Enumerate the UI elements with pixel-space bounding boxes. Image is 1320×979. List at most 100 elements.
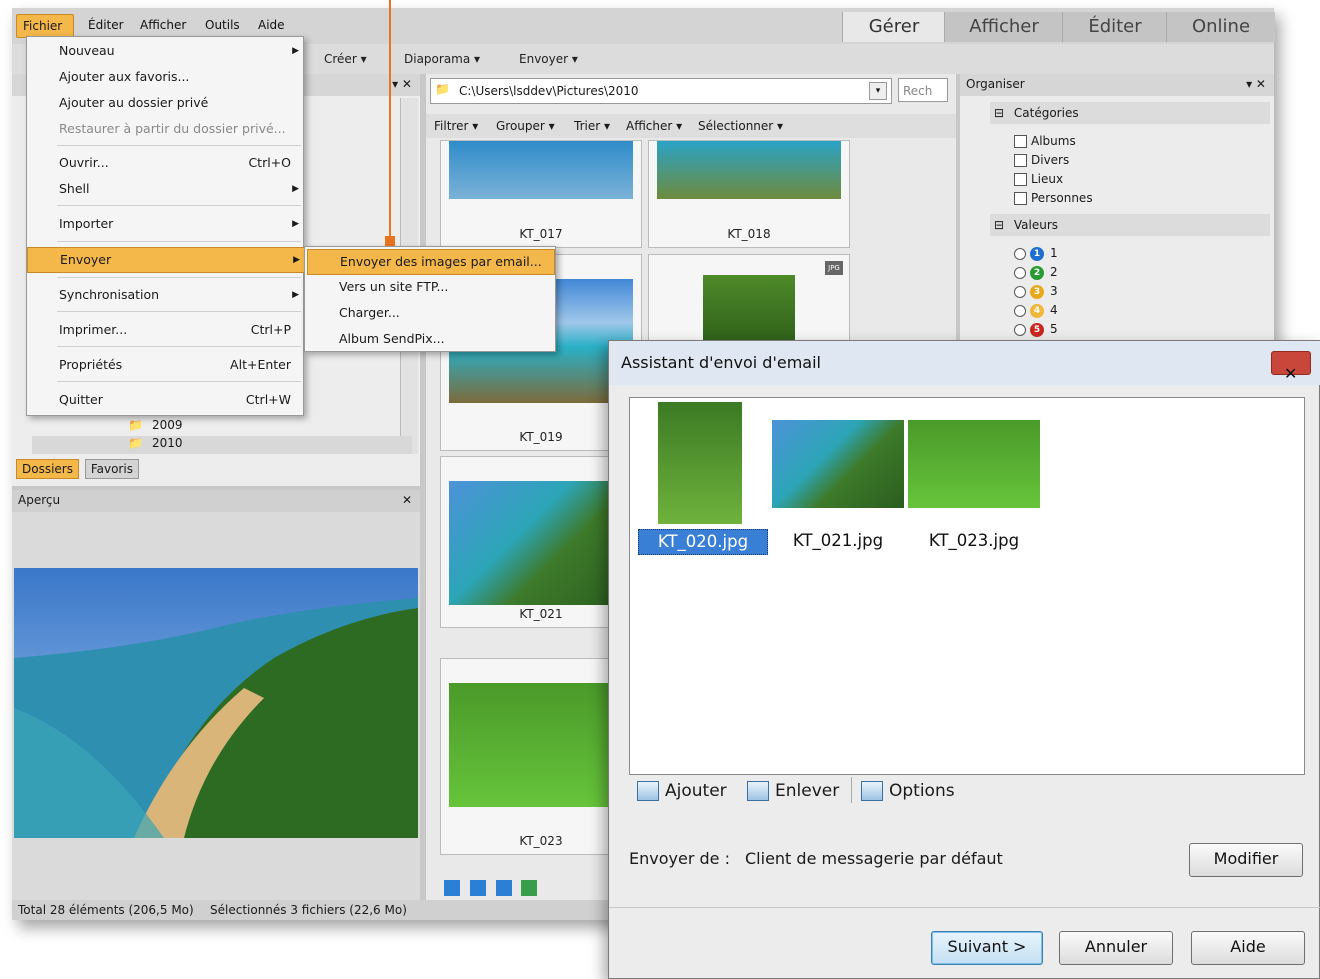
mode-tab-afficher[interactable]: Afficher bbox=[944, 12, 1063, 42]
mode-tab-editer[interactable]: Éditer bbox=[1062, 12, 1167, 42]
menu-ajouter-prive[interactable]: Ajouter au dossier privé bbox=[27, 91, 305, 115]
cancel-button[interactable]: Annuler bbox=[1059, 931, 1173, 965]
close-button[interactable]: ✕ bbox=[1271, 351, 1311, 383]
menu-nouveau[interactable]: Nouveau ▶ bbox=[27, 39, 305, 63]
submenu-email[interactable]: Envoyer des images par email... bbox=[307, 249, 555, 275]
menu-envoyer[interactable]: Envoyer ▶ bbox=[27, 247, 307, 273]
thumb-kt017[interactable]: KT_017 bbox=[440, 140, 642, 248]
tree-item-2010[interactable]: 📁 2010 bbox=[32, 436, 412, 454]
chevron-down-icon[interactable]: ▾ bbox=[869, 82, 887, 100]
value-badge: 3 bbox=[1030, 284, 1044, 299]
menu-proprietes[interactable]: Propriétés Alt+Enter bbox=[27, 353, 305, 377]
mode-tab-online[interactable]: Online bbox=[1166, 12, 1275, 42]
path-text: C:\Users\lsddev\Pictures\2010 bbox=[459, 84, 639, 98]
menu-ajouter-favoris[interactable]: Ajouter aux favoris... bbox=[27, 65, 305, 89]
submenu-upload[interactable]: Charger... bbox=[307, 301, 553, 325]
view-label: Afficher bbox=[626, 119, 673, 133]
footer-divider bbox=[609, 907, 1320, 908]
file-caption-kt023[interactable]: KT_023.jpg bbox=[912, 529, 1036, 553]
values-section[interactable]: ⊟ Valeurs bbox=[990, 214, 1270, 236]
menu-synchronisation[interactable]: Synchronisation ▶ bbox=[27, 283, 305, 307]
submenu-ftp[interactable]: Vers un site FTP... bbox=[307, 275, 553, 299]
value-label: 3 bbox=[1050, 284, 1058, 298]
view-menu[interactable]: Afficher ▾ bbox=[626, 119, 682, 133]
menu-importer[interactable]: Importer ▶ bbox=[27, 212, 305, 236]
options-button[interactable]: Options bbox=[861, 779, 955, 803]
thumb-caption: KT_018 bbox=[727, 227, 771, 241]
file-thumb-kt020[interactable] bbox=[658, 402, 742, 524]
sort-menu[interactable]: Trier ▾ bbox=[574, 119, 610, 133]
file-caption-kt021[interactable]: KT_021.jpg bbox=[776, 529, 900, 553]
category-albums[interactable]: Albums bbox=[1014, 132, 1076, 150]
file-thumb-kt023[interactable] bbox=[908, 420, 1040, 508]
next-button[interactable]: Suivant > bbox=[931, 931, 1043, 965]
menu-shell[interactable]: Shell ▶ bbox=[27, 177, 305, 201]
value-2[interactable]: 22 bbox=[1014, 263, 1058, 281]
collapse-icon[interactable]: ⊟ bbox=[994, 218, 1004, 232]
value-badge: 1 bbox=[1030, 246, 1044, 261]
preview-title: Aperçu bbox=[18, 493, 61, 507]
toolbar-send[interactable]: Envoyer ▾ bbox=[519, 52, 578, 66]
checkbox[interactable] bbox=[1014, 173, 1027, 186]
submenu-sendpix[interactable]: Album SendPix... bbox=[307, 327, 553, 351]
menu-imprimer[interactable]: Imprimer... Ctrl+P bbox=[27, 318, 305, 342]
toolbar-slideshow-label: Diaporama bbox=[404, 52, 471, 66]
tab-favoris[interactable]: Favoris bbox=[84, 459, 139, 479]
select-menu[interactable]: Sélectionner ▾ bbox=[698, 119, 783, 133]
toolbar-slideshow[interactable]: Diaporama ▾ bbox=[404, 52, 480, 66]
organize-header: Organiser ▾ ✕ bbox=[960, 74, 1274, 96]
close-icon[interactable]: ✕ bbox=[402, 493, 412, 507]
file-thumb-kt021[interactable] bbox=[772, 420, 904, 508]
checkbox[interactable] bbox=[1014, 192, 1027, 205]
menu-afficher[interactable]: Afficher bbox=[140, 18, 186, 32]
checkbox[interactable] bbox=[1014, 135, 1027, 148]
thumb-kt018[interactable]: KT_018 bbox=[648, 140, 850, 248]
mode-tab-gerer[interactable]: Gérer bbox=[842, 12, 945, 42]
menu-aide[interactable]: Aide bbox=[258, 18, 285, 32]
radio[interactable] bbox=[1014, 323, 1026, 336]
menu-editer[interactable]: Éditer bbox=[88, 18, 124, 32]
batch-icon[interactable] bbox=[521, 880, 538, 896]
category-personnes[interactable]: Personnes bbox=[1014, 189, 1093, 207]
category-lieux[interactable]: Lieux bbox=[1014, 170, 1063, 188]
folder-icon: 📁 bbox=[128, 418, 143, 432]
checkbox[interactable] bbox=[1014, 154, 1027, 167]
menu-fichier[interactable]: Fichier bbox=[16, 14, 74, 38]
toolbar-create[interactable]: Créer ▾ bbox=[324, 52, 367, 66]
search-field[interactable]: Rech bbox=[898, 78, 948, 102]
tree-item-2009[interactable]: 📁 2009 bbox=[32, 418, 412, 436]
radio[interactable] bbox=[1014, 266, 1026, 279]
rotate-right-icon[interactable] bbox=[495, 880, 512, 896]
preview-header: Aperçu ✕ bbox=[12, 490, 420, 512]
category-divers[interactable]: Divers bbox=[1014, 151, 1069, 169]
value-5[interactable]: 55 bbox=[1014, 320, 1058, 338]
close-icon[interactable]: ▾ ✕ bbox=[1246, 77, 1266, 91]
categories-section[interactable]: ⊟ Catégories bbox=[990, 102, 1270, 124]
filter-menu[interactable]: Filtrer ▾ bbox=[434, 119, 478, 133]
add-button[interactable]: Ajouter bbox=[637, 779, 727, 803]
collapse-icon[interactable]: ⊟ bbox=[994, 106, 1004, 120]
radio[interactable] bbox=[1014, 285, 1026, 298]
radio[interactable] bbox=[1014, 304, 1026, 317]
remove-button[interactable]: Enlever bbox=[747, 779, 839, 803]
modify-button[interactable]: Modifier bbox=[1189, 843, 1303, 877]
value-3[interactable]: 33 bbox=[1014, 282, 1058, 300]
fichier-menu: Nouveau ▶ Ajouter aux favoris... Ajouter … bbox=[26, 36, 307, 416]
help-button[interactable]: Aide bbox=[1191, 931, 1305, 965]
tab-dossiers[interactable]: Dossiers bbox=[16, 459, 79, 479]
slideshow-icon[interactable] bbox=[444, 880, 460, 896]
menu-ouvrir[interactable]: Ouvrir... Ctrl+O bbox=[27, 151, 305, 175]
close-icon[interactable]: ▾ ✕ bbox=[392, 77, 412, 91]
file-caption-kt020[interactable]: KT_020.jpg bbox=[638, 529, 768, 555]
value-label: 2 bbox=[1050, 265, 1058, 279]
radio[interactable] bbox=[1014, 247, 1026, 260]
path-field[interactable]: 📁 C:\Users\lsddev\Pictures\2010 ▾ bbox=[430, 78, 892, 104]
value-4[interactable]: 44 bbox=[1014, 301, 1058, 319]
file-list[interactable]: KT_020.jpg KT_021.jpg KT_023.jpg bbox=[629, 397, 1305, 775]
menu-outils[interactable]: Outils bbox=[205, 18, 240, 32]
menu-quitter[interactable]: Quitter Ctrl+W bbox=[27, 388, 305, 412]
rotate-left-icon[interactable] bbox=[469, 880, 486, 896]
menu-fichier-label: Fichier bbox=[23, 19, 63, 33]
group-menu[interactable]: Grouper ▾ bbox=[496, 119, 555, 133]
value-1[interactable]: 11 bbox=[1014, 244, 1058, 262]
